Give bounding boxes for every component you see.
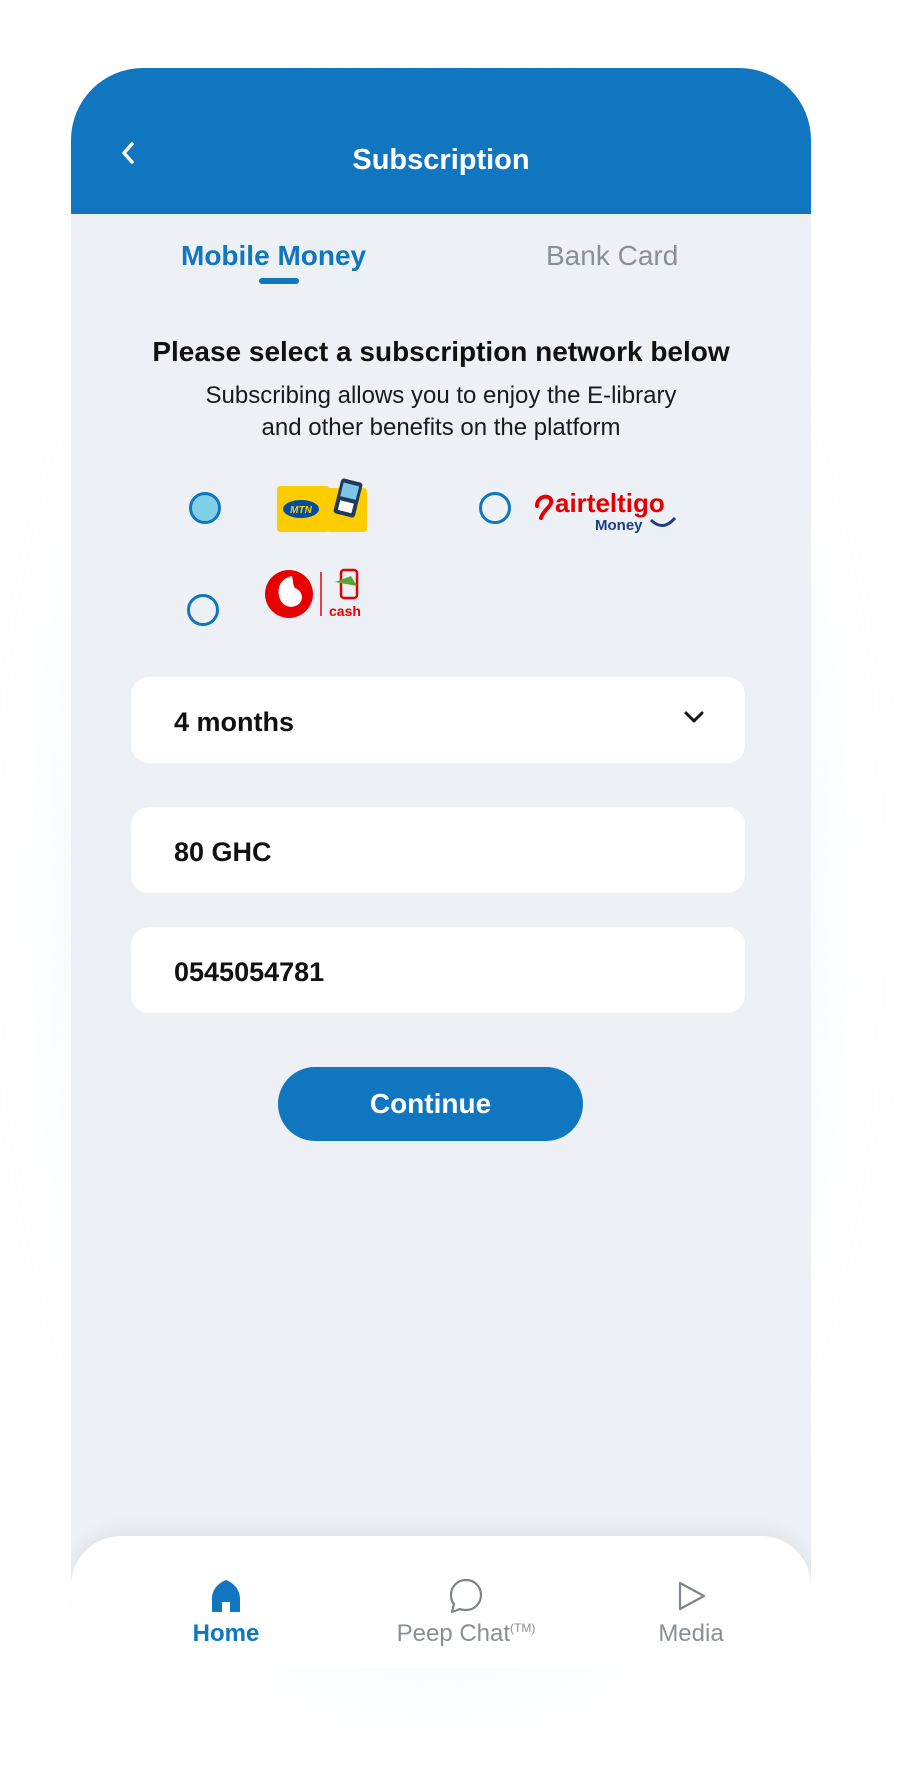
- airteltigo-logo-text: airteltigo: [555, 488, 665, 518]
- tab-mobile-money[interactable]: Mobile Money: [181, 240, 366, 272]
- phone-number-field[interactable]: 0545054781: [131, 927, 745, 1013]
- chevron-down-icon: [684, 711, 704, 723]
- mtn-momo-logo[interactable]: MTN: [275, 478, 371, 539]
- home-icon: [212, 1580, 240, 1612]
- nav-home[interactable]: Home: [151, 1576, 301, 1648]
- play-icon: [678, 1581, 706, 1611]
- phone-screen: Subscription Mobile Money Bank Card Plea…: [71, 68, 811, 1668]
- radio-vodafone[interactable]: [187, 594, 219, 626]
- description-line-2: and other benefits on the platform: [261, 414, 621, 441]
- bottom-nav: Home Peep Chat(TM) Media: [71, 1536, 811, 1668]
- airteltigo-logo-subtext: Money: [595, 517, 643, 534]
- page-title: Subscription: [352, 144, 530, 176]
- nav-chat-trademark: (TM): [510, 1621, 536, 1635]
- nav-peep-chat[interactable]: Peep Chat(TM): [371, 1576, 561, 1648]
- app-header: Subscription: [71, 68, 811, 214]
- nav-media[interactable]: Media: [631, 1576, 751, 1648]
- continue-button[interactable]: Continue: [278, 1067, 583, 1141]
- chat-bubble-icon: [449, 1578, 483, 1614]
- nav-chat-label: Peep Chat: [396, 1620, 511, 1647]
- radio-mtn[interactable]: [189, 492, 221, 524]
- airteltigo-money-logo[interactable]: airteltigo Money: [533, 478, 683, 539]
- radio-airteltigo[interactable]: [479, 492, 511, 524]
- mtn-logo-text: MTN: [290, 505, 312, 516]
- section-heading: Please select a subscription network bel…: [152, 336, 730, 367]
- nav-home-label: Home: [192, 1620, 260, 1647]
- duration-value: 4 months: [174, 707, 295, 737]
- phone-number-value: 0545054781: [174, 957, 325, 987]
- vodafone-cash-logo[interactable]: cash: [265, 566, 369, 627]
- section-description: Subscribing allows you to enjoy the E-li…: [71, 380, 811, 444]
- tab-bank-card[interactable]: Bank Card: [546, 240, 678, 272]
- vodafone-logo-text: cash: [329, 603, 361, 619]
- description-line-1: Subscribing allows you to enjoy the E-li…: [205, 382, 677, 409]
- duration-select[interactable]: 4 months: [131, 677, 745, 763]
- nav-media-label: Media: [658, 1620, 724, 1647]
- amount-field[interactable]: 80 GHC: [131, 807, 745, 893]
- active-tab-indicator: [259, 278, 299, 284]
- amount-value: 80 GHC: [174, 837, 272, 867]
